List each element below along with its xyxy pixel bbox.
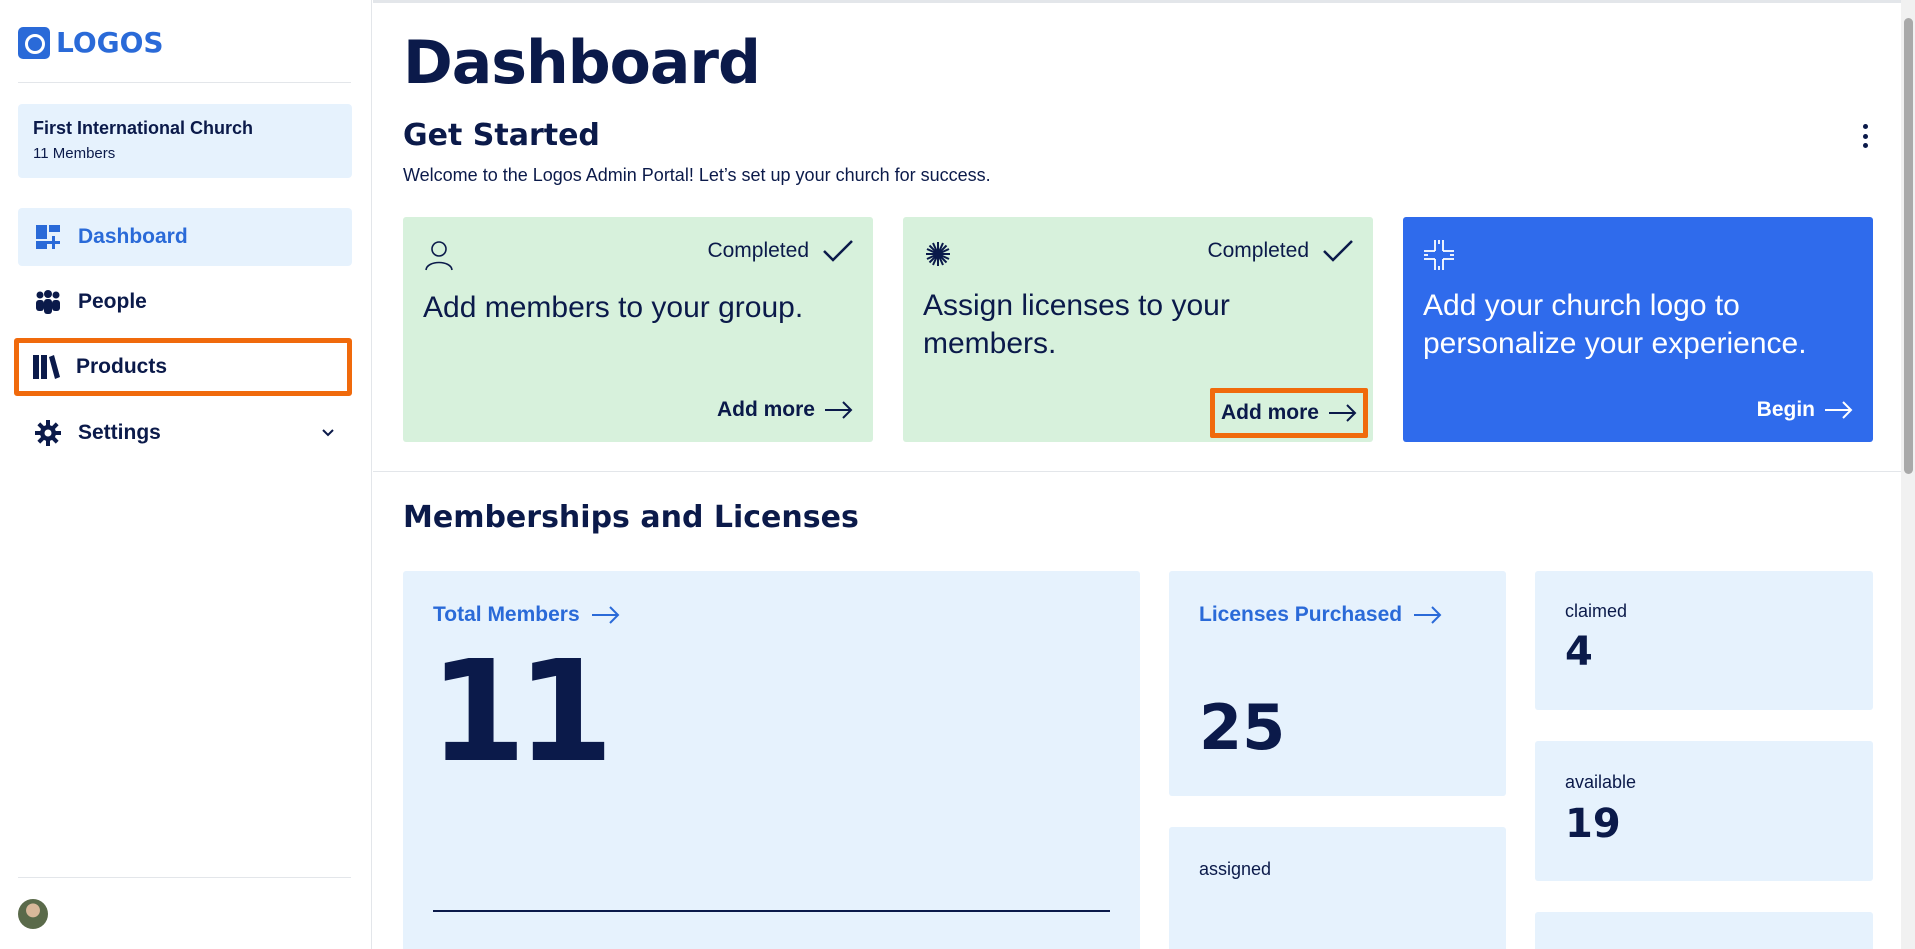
scrollbar[interactable] (1901, 0, 1915, 949)
more-options-icon[interactable] (1861, 124, 1869, 148)
licenses-purchased-value: 25 (1199, 691, 1286, 764)
church-logo-card: Add your church logo to personalize your… (1403, 217, 1873, 442)
church-switcher[interactable]: First International Church 11 Members (18, 104, 352, 178)
person-icon (423, 239, 455, 271)
scrollbar-thumb[interactable] (1904, 18, 1913, 474)
licenses-purchased-link[interactable]: Licenses Purchased (1199, 603, 1442, 627)
sidebar-item-label: Settings (78, 421, 161, 444)
church-member-count: 11 Members (33, 145, 116, 162)
card-text: Add your church logo to personalize your… (1423, 289, 1807, 360)
licenses-purchased-label: Licenses Purchased (1199, 603, 1403, 626)
page-title: Dashboard (403, 28, 761, 98)
sidebar-divider (18, 877, 351, 878)
available-label: available (1565, 772, 1637, 792)
arrow-right-icon (1329, 404, 1357, 422)
cross-icon (1423, 239, 1455, 271)
logos-logo-icon (18, 26, 50, 59)
claimed-panel: claimed 4 (1535, 571, 1873, 710)
sidebar-item-label: Products (76, 355, 168, 378)
get-started-title: Get Started (403, 118, 600, 153)
stat-panel (1535, 912, 1873, 949)
card-text: Add members to your group. (423, 291, 804, 324)
church-name: First International Church (33, 118, 254, 138)
avatar[interactable] (18, 899, 48, 929)
gear-icon (34, 419, 62, 447)
sidebar-item-dashboard[interactable]: Dashboard (18, 208, 352, 266)
total-members-panel: Total Members 11 (403, 571, 1140, 949)
sidebar-item-settings[interactable]: Settings (18, 404, 352, 462)
top-border (373, 0, 1915, 3)
arrow-right-icon (1825, 401, 1853, 419)
claimed-value: 4 (1565, 629, 1593, 675)
action-label: Add more (1220, 401, 1319, 424)
check-icon (1323, 240, 1353, 262)
card-text: Assign licenses to your members. (923, 289, 1230, 360)
total-members-label: Total Members (433, 603, 580, 626)
logos-logo[interactable]: LOGOS (18, 26, 164, 59)
status-text: Completed (707, 239, 809, 262)
assigned-panel: assigned (1169, 827, 1506, 949)
sidebar: LOGOS First International Church 11 Memb… (0, 0, 372, 949)
add-more-members-button[interactable]: Add more (717, 398, 853, 422)
add-members-card: Completed Add members to your group. Add… (403, 217, 873, 442)
action-label: Begin (1756, 398, 1815, 421)
chevron-down-icon[interactable] (322, 424, 334, 440)
assign-licenses-card: Completed Assign licenses to your member… (903, 217, 1373, 442)
begin-button[interactable]: Begin (1757, 398, 1853, 422)
sidebar-item-people[interactable]: People (18, 273, 352, 331)
books-icon (32, 353, 60, 381)
available-value: 19 (1565, 801, 1621, 847)
check-icon (823, 240, 853, 262)
total-members-link[interactable]: Total Members (433, 603, 620, 627)
panel-divider (433, 910, 1110, 912)
claimed-label: claimed (1565, 601, 1628, 621)
completed-status: Completed (707, 239, 853, 263)
sidebar-item-products[interactable]: Products (14, 338, 352, 396)
people-icon (34, 288, 62, 316)
available-panel: available 19 (1535, 741, 1873, 881)
action-label: Add more (716, 398, 815, 421)
sidebar-divider (18, 82, 351, 83)
licenses-purchased-panel: Licenses Purchased 25 (1169, 571, 1506, 796)
arrow-right-icon (1414, 606, 1442, 624)
arrow-right-icon (825, 401, 853, 419)
memberships-title: Memberships and Licenses (403, 500, 859, 535)
welcome-text: Welcome to the Logos Admin Portal! Let’s… (403, 165, 991, 185)
starburst-icon (923, 239, 955, 271)
completed-status: Completed (1207, 239, 1353, 263)
sidebar-item-label: People (78, 290, 147, 313)
arrow-right-icon (591, 606, 620, 624)
status-text: Completed (1207, 239, 1309, 262)
assigned-label: assigned (1199, 859, 1272, 879)
dashboard-icon (34, 223, 62, 251)
main-content: Dashboard Get Started Welcome to the Log… (373, 0, 1915, 949)
total-members-value: 11 (429, 631, 614, 794)
sidebar-item-label: Dashboard (78, 225, 188, 248)
add-more-licenses-button[interactable]: Add more (1209, 388, 1368, 438)
section-divider (373, 471, 1915, 472)
logo-text: LOGOS (56, 26, 164, 59)
